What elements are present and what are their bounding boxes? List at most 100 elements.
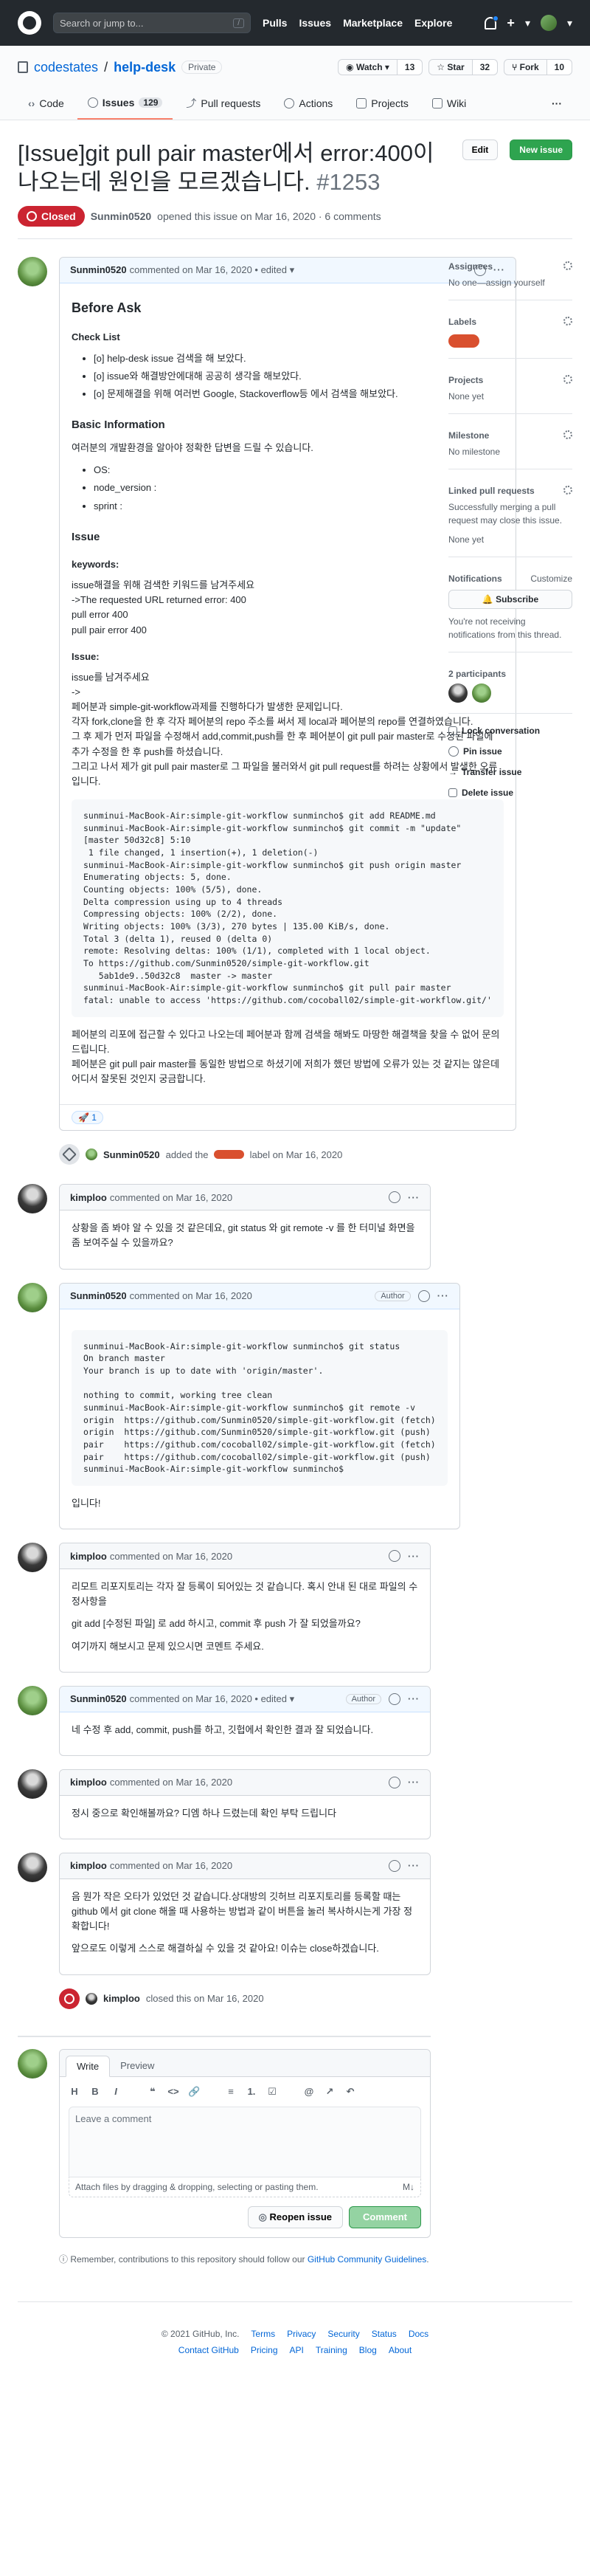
comment-author[interactable]: kimploo xyxy=(70,1551,107,1562)
tab-issues[interactable]: Issues 129 xyxy=(77,90,173,120)
avatar[interactable] xyxy=(18,1852,47,1882)
comment-author[interactable]: kimploo xyxy=(70,1192,107,1203)
issue-label[interactable]: Issue xyxy=(214,1150,244,1160)
projects-title[interactable]: Projects xyxy=(448,375,483,385)
create-new-plus-icon[interactable]: + xyxy=(507,16,515,31)
tab-projects[interactable]: Projects xyxy=(346,90,419,120)
edit-title-button[interactable]: Edit xyxy=(462,140,499,160)
avatar[interactable] xyxy=(18,1685,47,1715)
new-issue-button[interactable]: New issue xyxy=(510,140,572,160)
heading-icon[interactable]: H xyxy=(69,2086,80,2098)
comment-meta[interactable]: commented on Mar 16, 2020 xyxy=(110,1192,232,1203)
link-icon[interactable]: 🔗 xyxy=(188,2086,200,2098)
reopen-issue-button[interactable]: ◎ Reopen issue xyxy=(247,2205,344,2228)
assignees-title[interactable]: Assignees xyxy=(448,261,493,272)
notifications-bell-icon[interactable] xyxy=(485,15,499,30)
avatar[interactable] xyxy=(18,2048,47,2079)
rocket-reaction[interactable]: 🚀 1 xyxy=(72,1111,103,1125)
tab-code[interactable]: ‹› Code xyxy=(18,90,74,120)
comment-menu-button[interactable]: ··· xyxy=(408,1860,420,1871)
repo-owner-link[interactable]: codestates xyxy=(34,60,98,75)
milestone-title[interactable]: Milestone xyxy=(448,430,489,441)
quote-icon[interactable]: ❝ xyxy=(147,2086,159,2098)
star-count[interactable]: 32 xyxy=(472,59,499,75)
labels-title[interactable]: Labels xyxy=(448,317,476,327)
tab-preview[interactable]: Preview xyxy=(110,2056,164,2076)
comment-menu-button[interactable]: ··· xyxy=(437,1290,449,1301)
footer-link-training[interactable]: Training xyxy=(316,2345,347,2355)
numbered-list-icon[interactable]: 1. xyxy=(246,2086,257,2098)
comment-menu-button[interactable]: ··· xyxy=(408,1551,420,1562)
nav-pulls[interactable]: Pulls xyxy=(263,17,287,29)
nav-explore[interactable]: Explore xyxy=(414,17,452,29)
comment-menu-button[interactable]: ··· xyxy=(408,1192,420,1203)
transfer-issue[interactable]: → Transfer issue xyxy=(448,767,572,777)
avatar[interactable] xyxy=(18,1769,47,1799)
add-reaction-icon[interactable] xyxy=(389,1776,400,1788)
add-reaction-icon[interactable] xyxy=(389,1550,400,1563)
italic-icon[interactable]: I xyxy=(110,2086,122,2098)
saved-replies-icon[interactable]: ↶ xyxy=(344,2086,356,2098)
comment-meta[interactable]: commented on Mar 16, 2020 xyxy=(110,1860,232,1871)
comment-meta[interactable]: commented on Mar 16, 2020 xyxy=(130,1290,252,1301)
event-actor[interactable]: Sunmin0520 xyxy=(103,1149,160,1160)
code-icon[interactable]: <> xyxy=(167,2086,179,2098)
comment-textarea[interactable]: Leave a comment xyxy=(69,2106,421,2177)
task-list-icon[interactable]: ☑ xyxy=(266,2086,278,2098)
star-button[interactable]: ☆ Star xyxy=(428,59,473,75)
comment-meta[interactable]: commented on Mar 16, 2020 • edited ▾ xyxy=(130,1693,295,1705)
comment-author[interactable]: Sunmin0520 xyxy=(70,264,127,275)
avatar[interactable] xyxy=(86,1992,97,2005)
footer-link-status[interactable]: Status xyxy=(372,2329,397,2339)
avatar[interactable] xyxy=(448,683,468,703)
comment-author[interactable]: kimploo xyxy=(70,1860,107,1871)
avatar[interactable] xyxy=(86,1148,97,1161)
add-reaction-icon[interactable] xyxy=(389,1692,400,1705)
comment-author[interactable]: kimploo xyxy=(70,1777,107,1788)
comment-meta[interactable]: commented on Mar 16, 2020 • edited ▾ xyxy=(130,264,295,276)
tab-pull-requests[interactable]: ⤴ Pull requests xyxy=(176,90,271,120)
footer-link-security[interactable]: Security xyxy=(327,2329,359,2339)
footer-link-api[interactable]: API xyxy=(290,2345,304,2355)
user-avatar[interactable] xyxy=(540,15,557,31)
avatar[interactable] xyxy=(18,1184,47,1214)
add-reaction-icon[interactable] xyxy=(389,1859,400,1872)
avatar[interactable] xyxy=(18,256,47,286)
gear-icon[interactable] xyxy=(563,374,572,384)
gear-icon[interactable] xyxy=(563,261,572,270)
subscribe-button[interactable]: 🔔 Subscribe xyxy=(448,589,572,609)
fork-button[interactable]: ⑂ Fork xyxy=(504,59,547,75)
guidelines-link[interactable]: GitHub Community Guidelines xyxy=(308,2254,426,2265)
footer-link-blog[interactable]: Blog xyxy=(359,2345,377,2355)
create-caret-icon[interactable]: ▾ xyxy=(525,17,530,30)
delete-issue[interactable]: Delete issue xyxy=(448,788,572,798)
lock-conversation[interactable]: Lock conversation xyxy=(448,726,572,736)
bold-icon[interactable]: B xyxy=(89,2086,101,2098)
gear-icon[interactable] xyxy=(563,430,572,439)
repo-name-link[interactable]: help-desk xyxy=(114,60,176,75)
tab-wiki[interactable]: Wiki xyxy=(422,90,476,120)
comment-author[interactable]: Sunmin0520 xyxy=(70,1290,127,1301)
gear-icon[interactable] xyxy=(563,485,572,495)
nav-marketplace[interactable]: Marketplace xyxy=(343,17,403,29)
github-logo-icon[interactable] xyxy=(18,11,41,35)
attach-files-bar[interactable]: Attach files by dragging & dropping, sel… xyxy=(69,2177,421,2197)
avatar[interactable] xyxy=(18,1543,47,1573)
bulleted-list-icon[interactable]: ≡ xyxy=(225,2086,237,2098)
fork-count[interactable]: 10 xyxy=(546,59,572,75)
customize-link[interactable]: Customize xyxy=(530,574,572,584)
linked-title[interactable]: Linked pull requests xyxy=(448,486,535,496)
gear-icon[interactable] xyxy=(563,316,572,326)
watch-count[interactable]: 13 xyxy=(397,59,423,75)
watch-button[interactable]: ◉ Watch ▾ xyxy=(338,59,398,75)
assignees-value[interactable]: No one—assign yourself xyxy=(448,276,572,289)
comment-menu-button[interactable]: ··· xyxy=(408,1693,420,1704)
add-reaction-icon[interactable] xyxy=(389,1191,400,1204)
issue-author-link[interactable]: Sunmin0520 xyxy=(91,210,151,222)
comment-menu-button[interactable]: ··· xyxy=(408,1777,420,1788)
cross-reference-icon[interactable]: ↗ xyxy=(324,2086,336,2098)
pin-issue[interactable]: Pin issue xyxy=(448,745,572,757)
footer-link-docs[interactable]: Docs xyxy=(409,2329,428,2339)
more-tabs-button[interactable]: ··· xyxy=(541,90,572,120)
tab-actions[interactable]: Actions xyxy=(274,90,343,120)
